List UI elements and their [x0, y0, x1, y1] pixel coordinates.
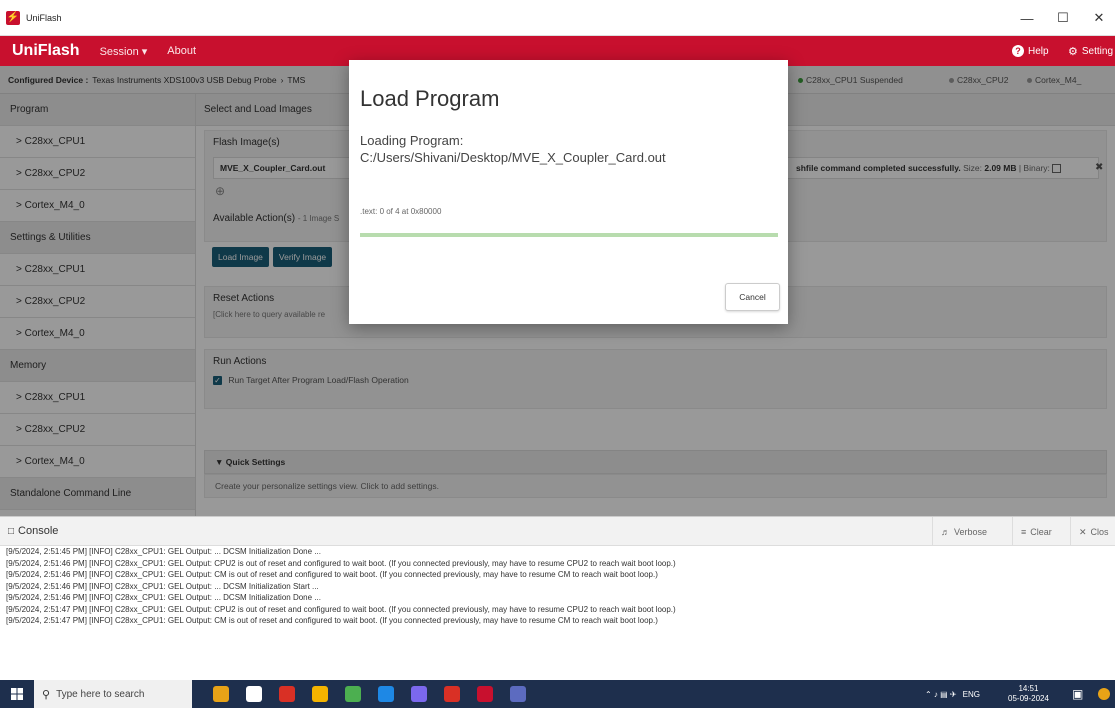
uniflash-logo-icon: ⚡ [6, 10, 20, 25]
console-line: [9/5/2024, 2:51:47 PM] [INFO] C28xx_CPU1… [6, 604, 676, 614]
menu-about[interactable]: About [167, 45, 196, 57]
console-line: [9/5/2024, 2:51:46 PM] [INFO] C28xx_CPU1… [6, 581, 319, 591]
window-title: UniFlash [26, 12, 62, 23]
progress-fill [360, 233, 778, 237]
dialog-title: Load Program [360, 86, 500, 111]
taskbar-search[interactable]: ⚲ Type here to search [34, 680, 192, 708]
system-tray[interactable]: ⌃ ♪ ▤ ✈ ENG [925, 680, 988, 708]
loading-path: C:/Users/Shivani/Desktop/MVE_X_Coupler_C… [360, 150, 666, 165]
taskbar-app-icon[interactable] [279, 686, 295, 702]
console-line: [9/5/2024, 2:51:46 PM] [INFO] C28xx_CPU1… [6, 558, 676, 568]
language-indicator[interactable]: ENG [963, 690, 980, 699]
progress-bar [360, 233, 778, 237]
loading-label: Loading Program: [360, 133, 464, 148]
brand-title: UniFlash [12, 42, 80, 59]
help-icon: ? [1012, 45, 1024, 57]
clock[interactable]: 14:51 05-09-2024 [1008, 680, 1049, 708]
minimize-icon[interactable]: — [1010, 0, 1044, 36]
close-console-button[interactable]: ✕ Clos [1070, 517, 1109, 547]
taskbar-app-icon[interactable] [411, 686, 427, 702]
window-titlebar: ⚡ UniFlash — ☐ ✕ [0, 0, 1115, 36]
taskbar-app-icon[interactable] [312, 686, 328, 702]
speaker-icon: ♬ [941, 527, 950, 537]
console-title: Console [18, 525, 59, 537]
windows-taskbar: ⚲ Type here to search ⌃ ♪ ▤ ✈ ENG 14:51 … [0, 680, 1115, 708]
close-icon: ✕ [1079, 526, 1087, 537]
load-program-dialog: Load Program Loading Program: C:/Users/S… [349, 60, 788, 324]
windows-start-icon[interactable] [0, 680, 34, 708]
verbose-button[interactable]: ♬ Verbose [932, 517, 995, 547]
menu-session[interactable]: Session ▾ [100, 45, 148, 58]
tray-app-icon[interactable] [1098, 680, 1110, 708]
console-line: [9/5/2024, 2:51:46 PM] [INFO] C28xx_CPU1… [6, 593, 321, 602]
clear-icon: ≡ [1021, 527, 1027, 537]
console-line: [9/5/2024, 2:51:45 PM] [INFO] C28xx_CPU1… [6, 547, 321, 556]
taskbar-app-icon[interactable] [345, 686, 361, 702]
taskbar-app-icon[interactable] [510, 686, 526, 702]
taskbar-app-icon[interactable] [477, 686, 493, 702]
tray-icons: ⌃ ♪ ▤ ✈ [925, 689, 957, 699]
taskbar-app-icon[interactable] [444, 686, 460, 702]
help-button[interactable]: ? Help [1012, 36, 1049, 66]
cancel-button[interactable]: Cancel [725, 283, 780, 311]
settings-button[interactable]: ⚙ Setting [1068, 36, 1113, 66]
notifications-icon[interactable]: ▣ [1072, 680, 1083, 708]
maximize-icon[interactable]: ☐ [1046, 0, 1080, 36]
console-header: □ Console ♬ Verbose ≡ Clear ✕ Clos [0, 516, 1115, 547]
clear-button[interactable]: ≡ Clear [1012, 517, 1060, 547]
console-line: [9/5/2024, 2:51:46 PM] [INFO] C28xx_CPU1… [6, 570, 658, 579]
loading-status: .text: 0 of 4 at 0x80000 [360, 207, 442, 216]
console-line: [9/5/2024, 2:51:47 PM] [INFO] C28xx_CPU1… [6, 616, 658, 625]
search-icon: ⚲ [42, 688, 51, 701]
gear-icon: ⚙ [1068, 45, 1078, 58]
console-log[interactable]: [9/5/2024, 2:51:45 PM] [INFO] C28xx_CPU1… [0, 546, 1115, 680]
taskbar-app-icon[interactable] [213, 686, 229, 702]
console-icon: □ [8, 525, 15, 537]
taskbar-app-icon[interactable] [246, 686, 262, 702]
close-window-icon[interactable]: ✕ [1082, 0, 1115, 36]
taskbar-app-icon[interactable] [378, 686, 394, 702]
